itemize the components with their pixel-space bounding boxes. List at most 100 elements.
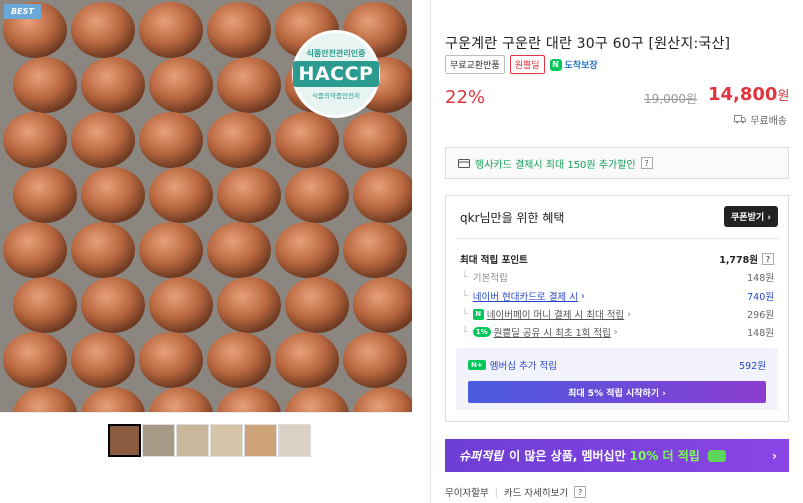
product-tags: 무료교환반품 원쁠딜 N 도착보장 xyxy=(445,55,598,74)
credit-card-icon xyxy=(458,158,470,168)
thumbnail-2[interactable] xyxy=(142,424,175,457)
points-row-share[interactable]: └ 1% 원쁠딜 공유 시 최초 1회 적립 › 148원 xyxy=(460,325,774,340)
coupon-button[interactable]: 쿠폰받기 › xyxy=(724,206,778,227)
egg-shape xyxy=(207,112,271,168)
egg-shape xyxy=(81,57,145,113)
points-row-label: └ N 네이버페이 머니 결제 시 최대 적립 › xyxy=(460,307,631,321)
egg-shape xyxy=(13,277,77,333)
egg-shape xyxy=(3,112,67,168)
tree-branch-icon: └ xyxy=(462,308,468,320)
thumbnail-4[interactable] xyxy=(210,424,243,457)
haccp-bottom-text: 식품의약품안전처 xyxy=(312,92,360,100)
egg-shape xyxy=(343,332,407,388)
haccp-main-text: HACCP xyxy=(292,61,380,87)
egg-shape xyxy=(207,222,271,278)
egg-shape xyxy=(343,222,407,278)
installment-link[interactable]: 무이자할부 xyxy=(445,485,489,499)
link-separator: | xyxy=(494,486,498,498)
truck-icon xyxy=(734,115,747,124)
egg-shape xyxy=(217,57,281,113)
thumbnail-1[interactable] xyxy=(108,424,141,457)
naver-n-icon: N xyxy=(549,58,562,71)
membership-value: 592원 xyxy=(739,361,766,372)
best-badge: BEST xyxy=(4,4,41,19)
percent-badge: 1% xyxy=(472,327,491,337)
thumbnail-5[interactable] xyxy=(244,424,277,457)
max-points-row: 최대 적립 포인트 1,778원 ? xyxy=(460,252,774,266)
image-divider xyxy=(0,412,412,413)
haccp-certification-seal: 식품안전관리인증 HACCP 식품의약품안전처 xyxy=(292,30,380,118)
max-points-value: 1,778원 xyxy=(719,255,758,266)
oneplus-deal-tag: 원쁠딜 xyxy=(509,55,545,74)
egg-shape xyxy=(139,112,203,168)
egg-shape xyxy=(285,167,349,223)
points-row-value: 740원 xyxy=(747,292,774,303)
egg-shape xyxy=(207,332,271,388)
egg-shape xyxy=(13,57,77,113)
points-row-hyundai-card[interactable]: └ 네이버 현대카드로 결제 시 › 740원 xyxy=(460,289,774,304)
tree-branch-icon: └ xyxy=(462,271,468,283)
thumbnail-6[interactable] xyxy=(278,424,311,457)
egg-shape xyxy=(13,167,77,223)
egg-shape xyxy=(149,57,213,113)
haccp-top-text: 식품안전관리인증 xyxy=(306,49,366,58)
card-details-link[interactable]: 카드 자세히보기 xyxy=(504,485,568,499)
membership-label-wrap: N+ 멤버십 추가 적립 xyxy=(468,358,557,372)
egg-shape xyxy=(71,2,135,58)
free-return-tag: 무료교환반품 xyxy=(445,55,505,74)
membership-box: N+ 멤버십 추가 적립 592원 최대 5% 적립 시작하기 › xyxy=(456,348,778,410)
egg-shape xyxy=(217,277,281,333)
banner-highlight: 10% 더 적립 xyxy=(629,449,700,463)
tree-branch-icon: └ xyxy=(462,326,468,338)
bottom-links: 무이자할부 | 카드 자세히보기 ? xyxy=(445,485,587,499)
points-row-label: └ 네이버 현대카드로 결제 시 › xyxy=(460,289,585,304)
egg-shape xyxy=(207,2,271,58)
egg-shape xyxy=(275,332,339,388)
delivery-guarantee-label: 도착보장 xyxy=(564,61,598,71)
shipping-label: 무료배송 xyxy=(750,116,787,127)
membership-start-button[interactable]: 최대 5% 적립 시작하기 › xyxy=(468,381,766,403)
discount-rate: 22% xyxy=(445,87,486,108)
original-price: 19,000원 xyxy=(644,92,698,106)
chevron-right-icon: › xyxy=(613,326,618,338)
egg-shape xyxy=(275,112,339,168)
points-row-value: 148원 xyxy=(747,273,774,284)
points-row-value: 296원 xyxy=(747,310,774,321)
benefit-heading: qkr님만을 위한 혜택 xyxy=(460,211,565,225)
card-promo-text: 행사카드 결제시 최대 150원 추가할인 xyxy=(475,159,636,171)
membership-row: N+ 멤버십 추가 적립 592원 xyxy=(468,358,766,372)
help-icon[interactable]: ? xyxy=(762,253,774,265)
egg-shape xyxy=(149,167,213,223)
tree-branch-icon: └ xyxy=(462,290,468,302)
points-row-naverpay-money[interactable]: └ N 네이버페이 머니 결제 시 최대 적립 › 296원 xyxy=(460,307,774,321)
banner-text: 이 많은 상품, 멤버십만 xyxy=(509,449,626,463)
egg-shape xyxy=(71,112,135,168)
thumbnail-strip xyxy=(108,424,311,457)
points-row-basic: └ 기본적립 148원 xyxy=(460,270,774,285)
help-icon[interactable]: ? xyxy=(640,157,653,169)
chevron-right-icon: › xyxy=(580,290,585,302)
naverpay-money-link[interactable]: 네이버페이 머니 결제 시 최대 적립 xyxy=(487,307,624,321)
egg-shape xyxy=(71,332,135,388)
benefit-box: qkr님만을 위한 혜택 쿠폰받기 › 최대 적립 포인트 1,778원 ? └… xyxy=(445,195,789,422)
help-icon[interactable]: ? xyxy=(574,486,587,498)
egg-shape xyxy=(275,222,339,278)
product-title: 구운계란 구운란 대란 30구 60구 [원산지:국산] xyxy=(445,36,731,52)
egg-shape xyxy=(149,277,213,333)
card-promo-box[interactable]: 행사카드 결제시 최대 150원 추가할인 ? xyxy=(445,147,789,179)
egg-shape xyxy=(3,332,67,388)
product-main-image: BEST 식품안전관리인증 HACCP 식품의약품안전처 xyxy=(0,0,412,412)
basic-points-label: 기본적립 xyxy=(472,273,508,284)
delivery-guarantee-tag: N 도착보장 xyxy=(549,58,598,71)
egg-shape xyxy=(81,167,145,223)
thumbnail-3[interactable] xyxy=(176,424,209,457)
super-points-banner[interactable]: 슈퍼적립 이 많은 상품, 멤버십만 10% 더 적립 › xyxy=(445,439,789,472)
banner-brand: 슈퍼적립 xyxy=(459,449,504,463)
share-points-link[interactable]: 원쁠딜 공유 시 최초 1회 적립 xyxy=(494,325,611,339)
shipping-info: 무료배송 xyxy=(734,112,787,127)
points-row-value: 148원 xyxy=(747,328,774,339)
membership-label: 멤버십 추가 적립 xyxy=(489,361,557,372)
hyundai-card-link[interactable]: 네이버 현대카드로 결제 시 xyxy=(473,289,578,303)
benefit-divider xyxy=(456,238,778,239)
points-row-label: └ 1% 원쁠딜 공유 시 최초 1회 적립 › xyxy=(460,325,618,340)
